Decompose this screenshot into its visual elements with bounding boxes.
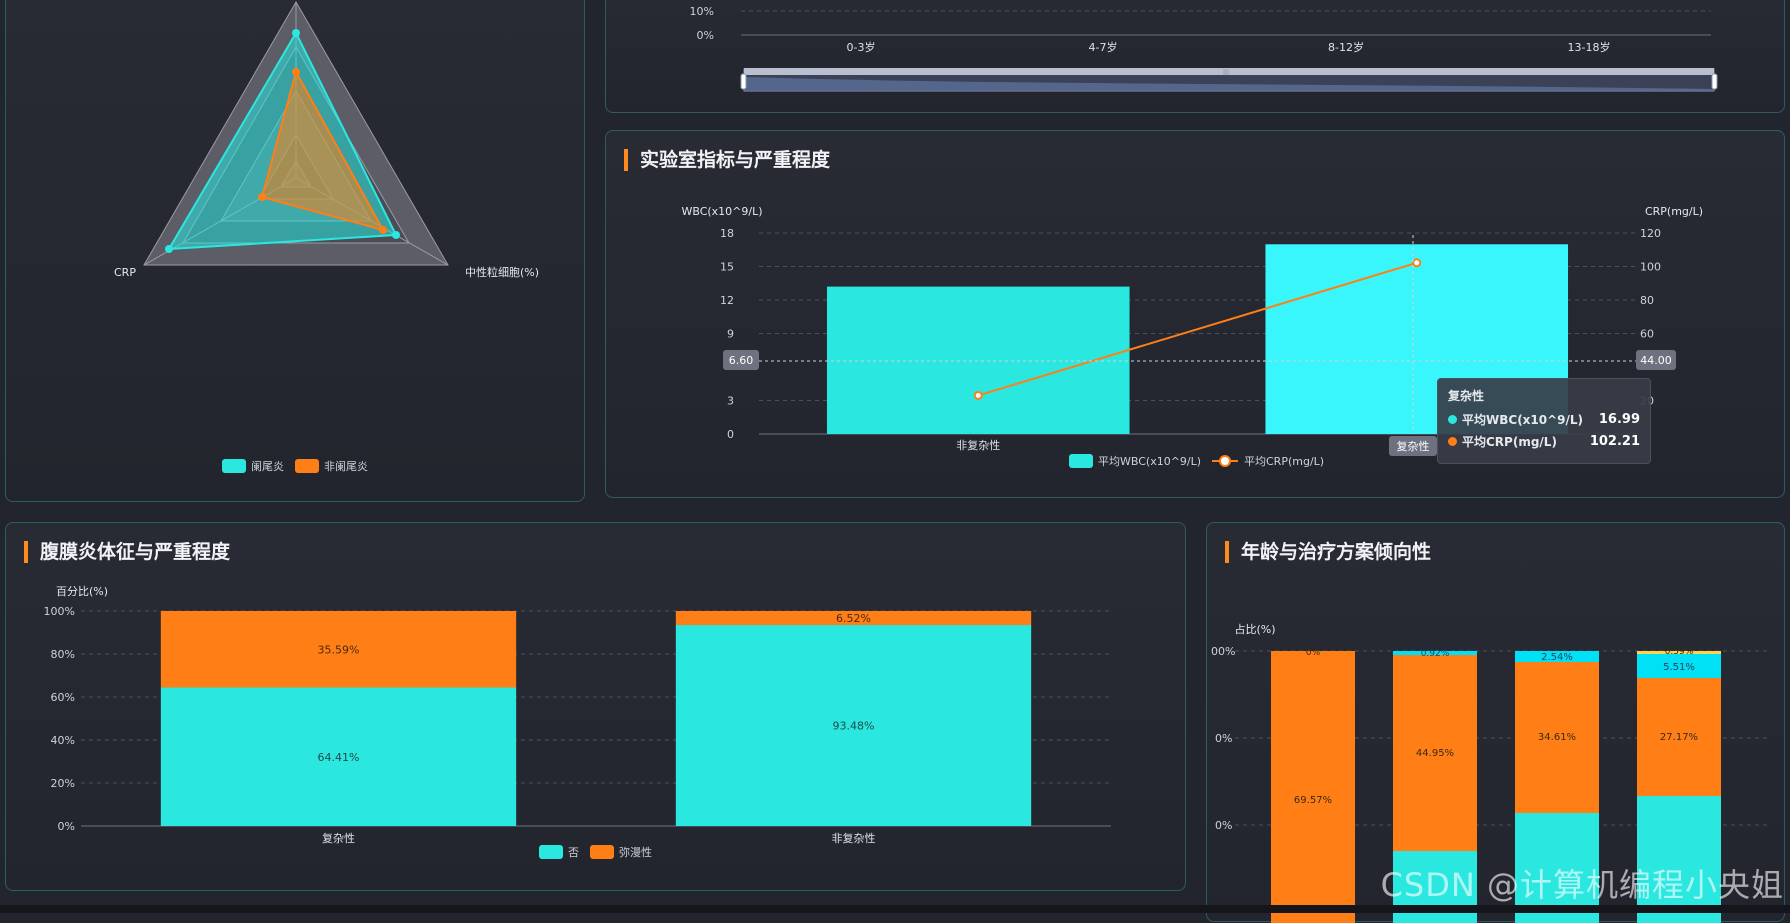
radar-indicator-neutrophil: 中性粒细胞(%) <box>465 265 539 279</box>
tooltip-dot-wbc <box>1448 414 1457 424</box>
radar-indicator-crp: CRP <box>114 266 136 279</box>
pointer-label-right: 44.00 <box>1640 354 1672 367</box>
y-left-tick: 12 <box>720 294 734 307</box>
lab-panel: 实验室指标与严重程度 WBC(x10^9/L) CRP(mg/L) 0 3 9 12 1… <box>605 130 1785 498</box>
y-tick: 100% <box>44 605 75 618</box>
y-right-tick: 80 <box>1640 294 1654 307</box>
tooltip-title: 复杂性 <box>1448 389 1485 403</box>
bar-label: 0.59% <box>1665 647 1694 657</box>
legend-label-crp: 平均CRP(mg/L) <box>1244 455 1324 468</box>
y-right-tick: 60 <box>1640 328 1654 341</box>
age-chart: 10% 0% 0-3岁 4-7岁 8-12岁 13-18岁 ||| <box>690 5 1718 92</box>
slider-handle-center: ||| <box>1223 69 1229 76</box>
slider-handle-left[interactable] <box>740 73 747 90</box>
bar-label: 69.57% <box>1294 795 1332 806</box>
y-tick: 60% <box>51 691 75 704</box>
bar-wbc <box>826 286 1130 434</box>
tooltip-dot-crp <box>1448 436 1457 446</box>
bar-label: 93.48% <box>833 720 875 733</box>
x-tick: 非复杂性 <box>956 438 1000 452</box>
tooltip-value-crp: 102.21 <box>1589 433 1640 449</box>
tooltip-row-wbc: 平均WBC(x10^9/L) 16.99 <box>1448 408 1640 430</box>
footer-bar <box>0 905 1790 913</box>
x-tick: 4-7岁 <box>1089 40 1118 54</box>
bar-segment <box>1271 651 1355 923</box>
y-tick: 20% <box>51 777 75 790</box>
radar-chart: CRP 中性粒细胞(%) 阑尾炎 非阑尾炎 <box>114 1 539 473</box>
data-zoom-slider[interactable]: ||| <box>740 68 1718 92</box>
y-left-tick: 9 <box>727 328 734 341</box>
bar-label: 6.52% <box>836 612 871 625</box>
legend-swatch-non-appendicitis <box>295 459 319 473</box>
bar-label: 44.95% <box>1416 748 1454 759</box>
bar-label: 27.17% <box>1660 732 1698 743</box>
legend-swatch-appendicitis <box>222 459 246 473</box>
peritonitis-chart: 百分比(%) 0% 20% 40% 60% 80% 100% 64.41% 35.59% 复杂… <box>44 585 1111 859</box>
x-tick: 8-12岁 <box>1328 40 1364 54</box>
y-tick: 10% <box>690 5 714 18</box>
y-right-axis-label: CRP(mg/L) <box>1645 205 1703 218</box>
y-tick: 00% <box>1211 645 1235 658</box>
y-tick: 0% <box>1215 819 1232 832</box>
legend-label-appendicitis: 阑尾炎 <box>251 459 284 473</box>
axis-pointer-category: 复杂性 <box>1397 439 1430 453</box>
legend-swatch-wbc <box>1069 454 1093 468</box>
y-left-tick: 15 <box>720 261 734 274</box>
tooltip: 复杂性 平均WBC(x10^9/L) 16.99 平均CRP(mg/L) 102… <box>1437 378 1651 464</box>
radar-point <box>165 245 173 253</box>
radar-point <box>379 226 387 234</box>
crp-point <box>973 390 983 400</box>
age-panel: 10% 0% 0-3岁 4-7岁 8-12岁 13-18岁 ||| <box>605 0 1785 113</box>
watermark: CSDN @计算机编程小央姐 <box>1380 866 1784 904</box>
bar-label: 64.41% <box>318 751 360 764</box>
pointer-label-left: 6.60 <box>729 354 754 367</box>
y-left-tick: 3 <box>727 395 734 408</box>
x-tick: 0-3岁 <box>847 40 876 54</box>
y-tick: 80% <box>51 648 75 661</box>
bar-label: 34.61% <box>1538 732 1576 743</box>
y-axis-label: 百分比(%) <box>56 585 108 598</box>
y-tick: 40% <box>51 734 75 747</box>
y-tick: 0% <box>697 29 714 42</box>
bar-label: 0% <box>1306 648 1321 658</box>
x-tick: 复杂性 <box>322 831 355 845</box>
radar-point <box>258 193 266 201</box>
x-tick: 13-18岁 <box>1568 40 1611 54</box>
y-right-tick: 100 <box>1640 261 1661 274</box>
tooltip-label-crp: 平均CRP(mg/L) <box>1462 434 1557 449</box>
radar-panel: CRP 中性粒细胞(%) 阑尾炎 非阑尾炎 <box>5 0 585 502</box>
y-left-axis-label: WBC(x10^9/L) <box>681 205 762 218</box>
y-right-tick: 120 <box>1640 227 1661 240</box>
radar-point <box>292 29 300 37</box>
peritonitis-panel: 腹膜炎体征与严重程度 百分比(%) 0% 20% 40% 60% 80% 100% 64.… <box>5 522 1186 891</box>
y-left-tick: 18 <box>720 227 734 240</box>
radar-point <box>392 231 400 239</box>
crp-point <box>1412 258 1422 268</box>
x-tick: 非复杂性 <box>832 831 876 845</box>
legend-label-non-appendicitis: 非阑尾炎 <box>324 459 368 473</box>
y-axis-label: 占比(%) <box>1234 622 1275 636</box>
legend-label-diffuse: 弥漫性 <box>619 845 652 859</box>
bar-label: 35.59% <box>318 643 360 656</box>
legend-label-no: 否 <box>568 846 579 859</box>
y-tick: 0% <box>1215 732 1232 745</box>
legend-swatch-crp-dot <box>1219 455 1231 467</box>
tooltip-row-crp: 平均CRP(mg/L) 102.21 <box>1448 430 1640 452</box>
bar-label: 0.92% <box>1421 649 1450 659</box>
legend-swatch-diffuse <box>590 845 614 859</box>
y-left-tick: 0 <box>727 428 734 441</box>
tooltip-label-wbc: 平均WBC(x10^9/L) <box>1462 412 1584 427</box>
bar-label: 5.51% <box>1663 662 1695 673</box>
slider-handle-right[interactable] <box>1711 73 1718 90</box>
tooltip-value-wbc: 16.99 <box>1598 411 1640 427</box>
radar-point <box>292 68 300 76</box>
legend-swatch-no <box>539 845 563 859</box>
y-tick: 0% <box>58 820 75 833</box>
bar-label: 2.54% <box>1541 652 1573 663</box>
legend-label-wbc: 平均WBC(x10^9/L) <box>1098 455 1201 468</box>
